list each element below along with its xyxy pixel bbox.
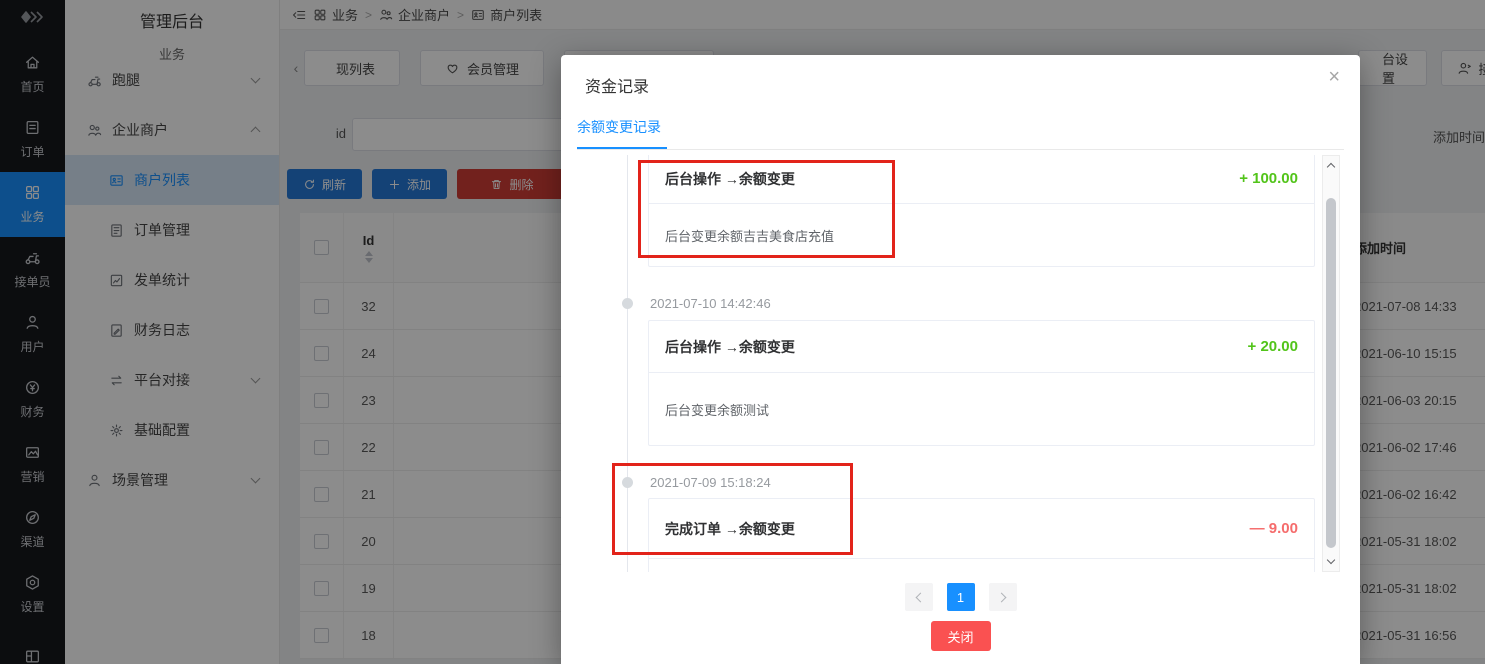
- record-description: 后台变更余额测试: [665, 400, 769, 419]
- timeline-line: [627, 155, 628, 572]
- modal-close-button[interactable]: 关闭: [931, 621, 991, 651]
- records-timeline: 后台操作 →余额变更 + 100.00 后台变更余额吉吉美食店充值 2021-0…: [577, 155, 1317, 572]
- modal-scrollbar[interactable]: [1322, 155, 1340, 572]
- record-card: 完成订单 →余额变更 — 9.00: [648, 498, 1315, 572]
- record-amount: + 20.00: [1248, 338, 1298, 355]
- record-title: 后台操作 →余额变更: [665, 169, 795, 189]
- modal-title: 资金记录: [585, 73, 649, 97]
- fund-records-modal: 资金记录 × 余额变更记录 后台操作 →余额变更 + 100.00 后台变更余额…: [561, 55, 1360, 664]
- timeline-dot: [622, 477, 633, 488]
- balance-change-tab[interactable]: 余额变更记录: [577, 117, 661, 137]
- tab-divider: [577, 149, 1344, 150]
- record-card: 后台操作 →余额变更 + 100.00 后台变更余额吉吉美食店充值: [648, 155, 1315, 267]
- record-amount: + 100.00: [1239, 170, 1298, 187]
- app-window: 首页 订单 业务 接单员 用户: [0, 0, 1485, 664]
- close-icon[interactable]: ×: [1328, 67, 1340, 87]
- scroll-up-icon[interactable]: [1327, 163, 1335, 171]
- pagination-current[interactable]: 1: [947, 583, 975, 611]
- record-date: 2021-07-09 15:18:24: [650, 475, 771, 490]
- pagination-prev[interactable]: [905, 583, 933, 611]
- record-card: 后台操作 →余额变更 + 20.00 后台变更余额测试: [648, 320, 1315, 446]
- scroll-down-icon[interactable]: [1327, 556, 1335, 564]
- record-description: 后台变更余额吉吉美食店充值: [665, 226, 834, 245]
- pagination-next[interactable]: [989, 583, 1017, 611]
- record-amount: — 9.00: [1250, 520, 1298, 537]
- scrollbar-thumb[interactable]: [1326, 198, 1336, 548]
- record-date: 2021-07-10 14:42:46: [650, 296, 771, 311]
- record-title: 后台操作 →余额变更: [665, 337, 795, 357]
- pagination: 1: [561, 583, 1360, 611]
- record-title: 完成订单 →余额变更: [665, 519, 795, 539]
- timeline-dot: [622, 298, 633, 309]
